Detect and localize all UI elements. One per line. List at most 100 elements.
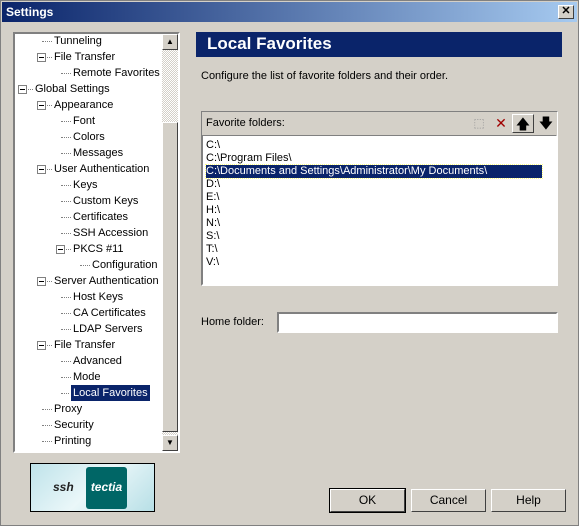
tree-connector: [61, 361, 71, 362]
tree-item-label: Appearance: [54, 99, 114, 111]
tree-item[interactable]: Host Keys: [15, 289, 165, 305]
tree-connector: [42, 441, 52, 442]
tree-item[interactable]: PKCS #11: [15, 241, 165, 257]
tree-item-label: Security: [54, 419, 94, 431]
tree-item[interactable]: Global Settings: [15, 81, 165, 97]
home-folder-label: Home folder:: [201, 316, 264, 328]
tree-connector: [61, 121, 71, 122]
tree-item-label: Printing: [54, 435, 92, 447]
title-bar: Settings ✕: [2, 2, 577, 22]
tree-connector: [61, 201, 71, 202]
window-title: Settings: [6, 5, 54, 19]
tree-item[interactable]: Keys: [15, 177, 165, 193]
tree-item[interactable]: CA Certificates: [15, 305, 165, 321]
move-up-button[interactable]: 🡅: [512, 114, 534, 133]
folder-item[interactable]: V:\: [206, 256, 553, 269]
move-down-icon: 🡇: [538, 115, 554, 131]
collapse-icon[interactable]: [37, 277, 46, 286]
tree-connector: [42, 425, 52, 426]
tree-item[interactable]: Advanced: [15, 353, 165, 369]
tree-item[interactable]: Security: [15, 417, 165, 433]
tree-item[interactable]: Certificates: [15, 209, 165, 225]
tree-item-label: Custom Keys: [73, 195, 139, 207]
folder-item[interactable]: E:\: [206, 191, 553, 204]
tree-item[interactable]: Colors: [15, 129, 165, 145]
folder-item[interactable]: H:\: [206, 204, 553, 217]
tree-item-label: SSH Accession: [73, 227, 149, 239]
collapse-icon[interactable]: [37, 53, 46, 62]
folder-item[interactable]: C:\Documents and Settings\Administrator\…: [205, 164, 543, 179]
tree-item[interactable]: Remote Favorites: [15, 65, 165, 81]
tree-item-label: Host Keys: [73, 291, 124, 303]
tree-connector: [61, 377, 71, 378]
tree-connector: [61, 313, 71, 314]
new-folder-icon: ⬚: [473, 116, 485, 130]
page-description: Configure the list of favorite folders a…: [201, 70, 449, 82]
page-title: Local Favorites: [196, 32, 562, 57]
tree-item-label: CA Certificates: [73, 307, 146, 319]
tree-item[interactable]: File Transfer: [15, 49, 165, 65]
move-down-button[interactable]: 🡇: [535, 114, 557, 133]
delete-button[interactable]: ✕: [490, 114, 512, 133]
tree-connector: [61, 393, 71, 394]
tree-item[interactable]: Configuration: [15, 257, 165, 273]
tree-item[interactable]: Custom Keys: [15, 193, 165, 209]
move-up-icon: 🡅: [515, 116, 531, 132]
logo-ssh: ssh: [53, 480, 74, 494]
tree-item[interactable]: Appearance: [15, 97, 165, 113]
tree-item[interactable]: Proxy: [15, 401, 165, 417]
collapse-icon[interactable]: [37, 341, 46, 350]
tree-connector: [61, 297, 71, 298]
collapse-icon[interactable]: [18, 85, 27, 94]
tree-item[interactable]: Local Favorites: [15, 384, 165, 402]
folder-item[interactable]: S:\: [206, 230, 553, 243]
folder-item[interactable]: C:\: [206, 139, 553, 152]
logo-tectia: tectia: [86, 467, 127, 509]
tree-item-label: Remote Favorites: [73, 67, 160, 79]
tree-item[interactable]: Server Authentication: [15, 273, 165, 289]
tree-item-label: Mode: [73, 371, 101, 383]
tree-connector: [61, 153, 71, 154]
home-folder-input[interactable]: [277, 312, 558, 333]
tree-item[interactable]: Tunneling: [15, 34, 165, 49]
tree-connector: [80, 265, 90, 266]
tree-item[interactable]: Mode: [15, 369, 165, 385]
tree-connector: [61, 73, 71, 74]
tree-item-label: Global Settings: [35, 83, 110, 95]
tree-connector: [42, 409, 52, 410]
tree-connector: [61, 217, 71, 218]
tree-item[interactable]: User Authentication: [15, 161, 165, 177]
tree-item-label: Keys: [73, 179, 98, 191]
folder-item[interactable]: T:\: [206, 243, 553, 256]
tree-item-label: Server Authentication: [54, 275, 159, 287]
tree-item-label: Proxy: [54, 403, 83, 415]
favorite-folders-list[interactable]: C:\ C:\Program Files\ C:\Documents and Set…: [202, 135, 557, 285]
collapse-icon[interactable]: [37, 101, 46, 110]
favorite-folders-label: Favorite folders:: [206, 117, 285, 129]
collapse-icon[interactable]: [56, 245, 65, 254]
favorite-folders-group: Favorite folders: ⬚ ✕ 🡅 🡇 C:\ C:\Program …: [201, 111, 558, 286]
collapse-icon[interactable]: [37, 165, 46, 174]
new-folder-button[interactable]: ⬚: [468, 114, 490, 133]
tree-item-label: Font: [73, 115, 96, 127]
ssh-tectia-logo: ssh tectia: [30, 463, 155, 512]
ok-button[interactable]: OK: [329, 488, 406, 513]
tree-item[interactable]: Printing: [15, 433, 165, 449]
tree-connector: [61, 137, 71, 138]
folder-item[interactable]: D:\: [206, 178, 553, 191]
tree-item[interactable]: Font: [15, 113, 165, 129]
close-button[interactable]: ✕: [558, 5, 574, 19]
cancel-button[interactable]: Cancel: [411, 489, 486, 512]
tree-item[interactable]: File Transfer: [15, 337, 165, 353]
folder-item[interactable]: C:\Program Files\: [206, 152, 553, 165]
tree-item[interactable]: LDAP Servers: [15, 321, 165, 337]
settings-tree[interactable]: ▲ ▼ Tunneling File Transfer Remote Favorit…: [13, 32, 180, 453]
help-button[interactable]: Help: [491, 489, 566, 512]
folder-item[interactable]: N:\: [206, 217, 553, 230]
tree-item-label: Configuration: [92, 259, 158, 271]
tree-item-label: Tunneling: [54, 35, 102, 47]
tree-item-label: Advanced: [73, 355, 122, 367]
tree-item-label: Certificates: [73, 211, 129, 223]
tree-item[interactable]: Messages: [15, 145, 165, 161]
tree-item[interactable]: SSH Accession: [15, 225, 165, 241]
